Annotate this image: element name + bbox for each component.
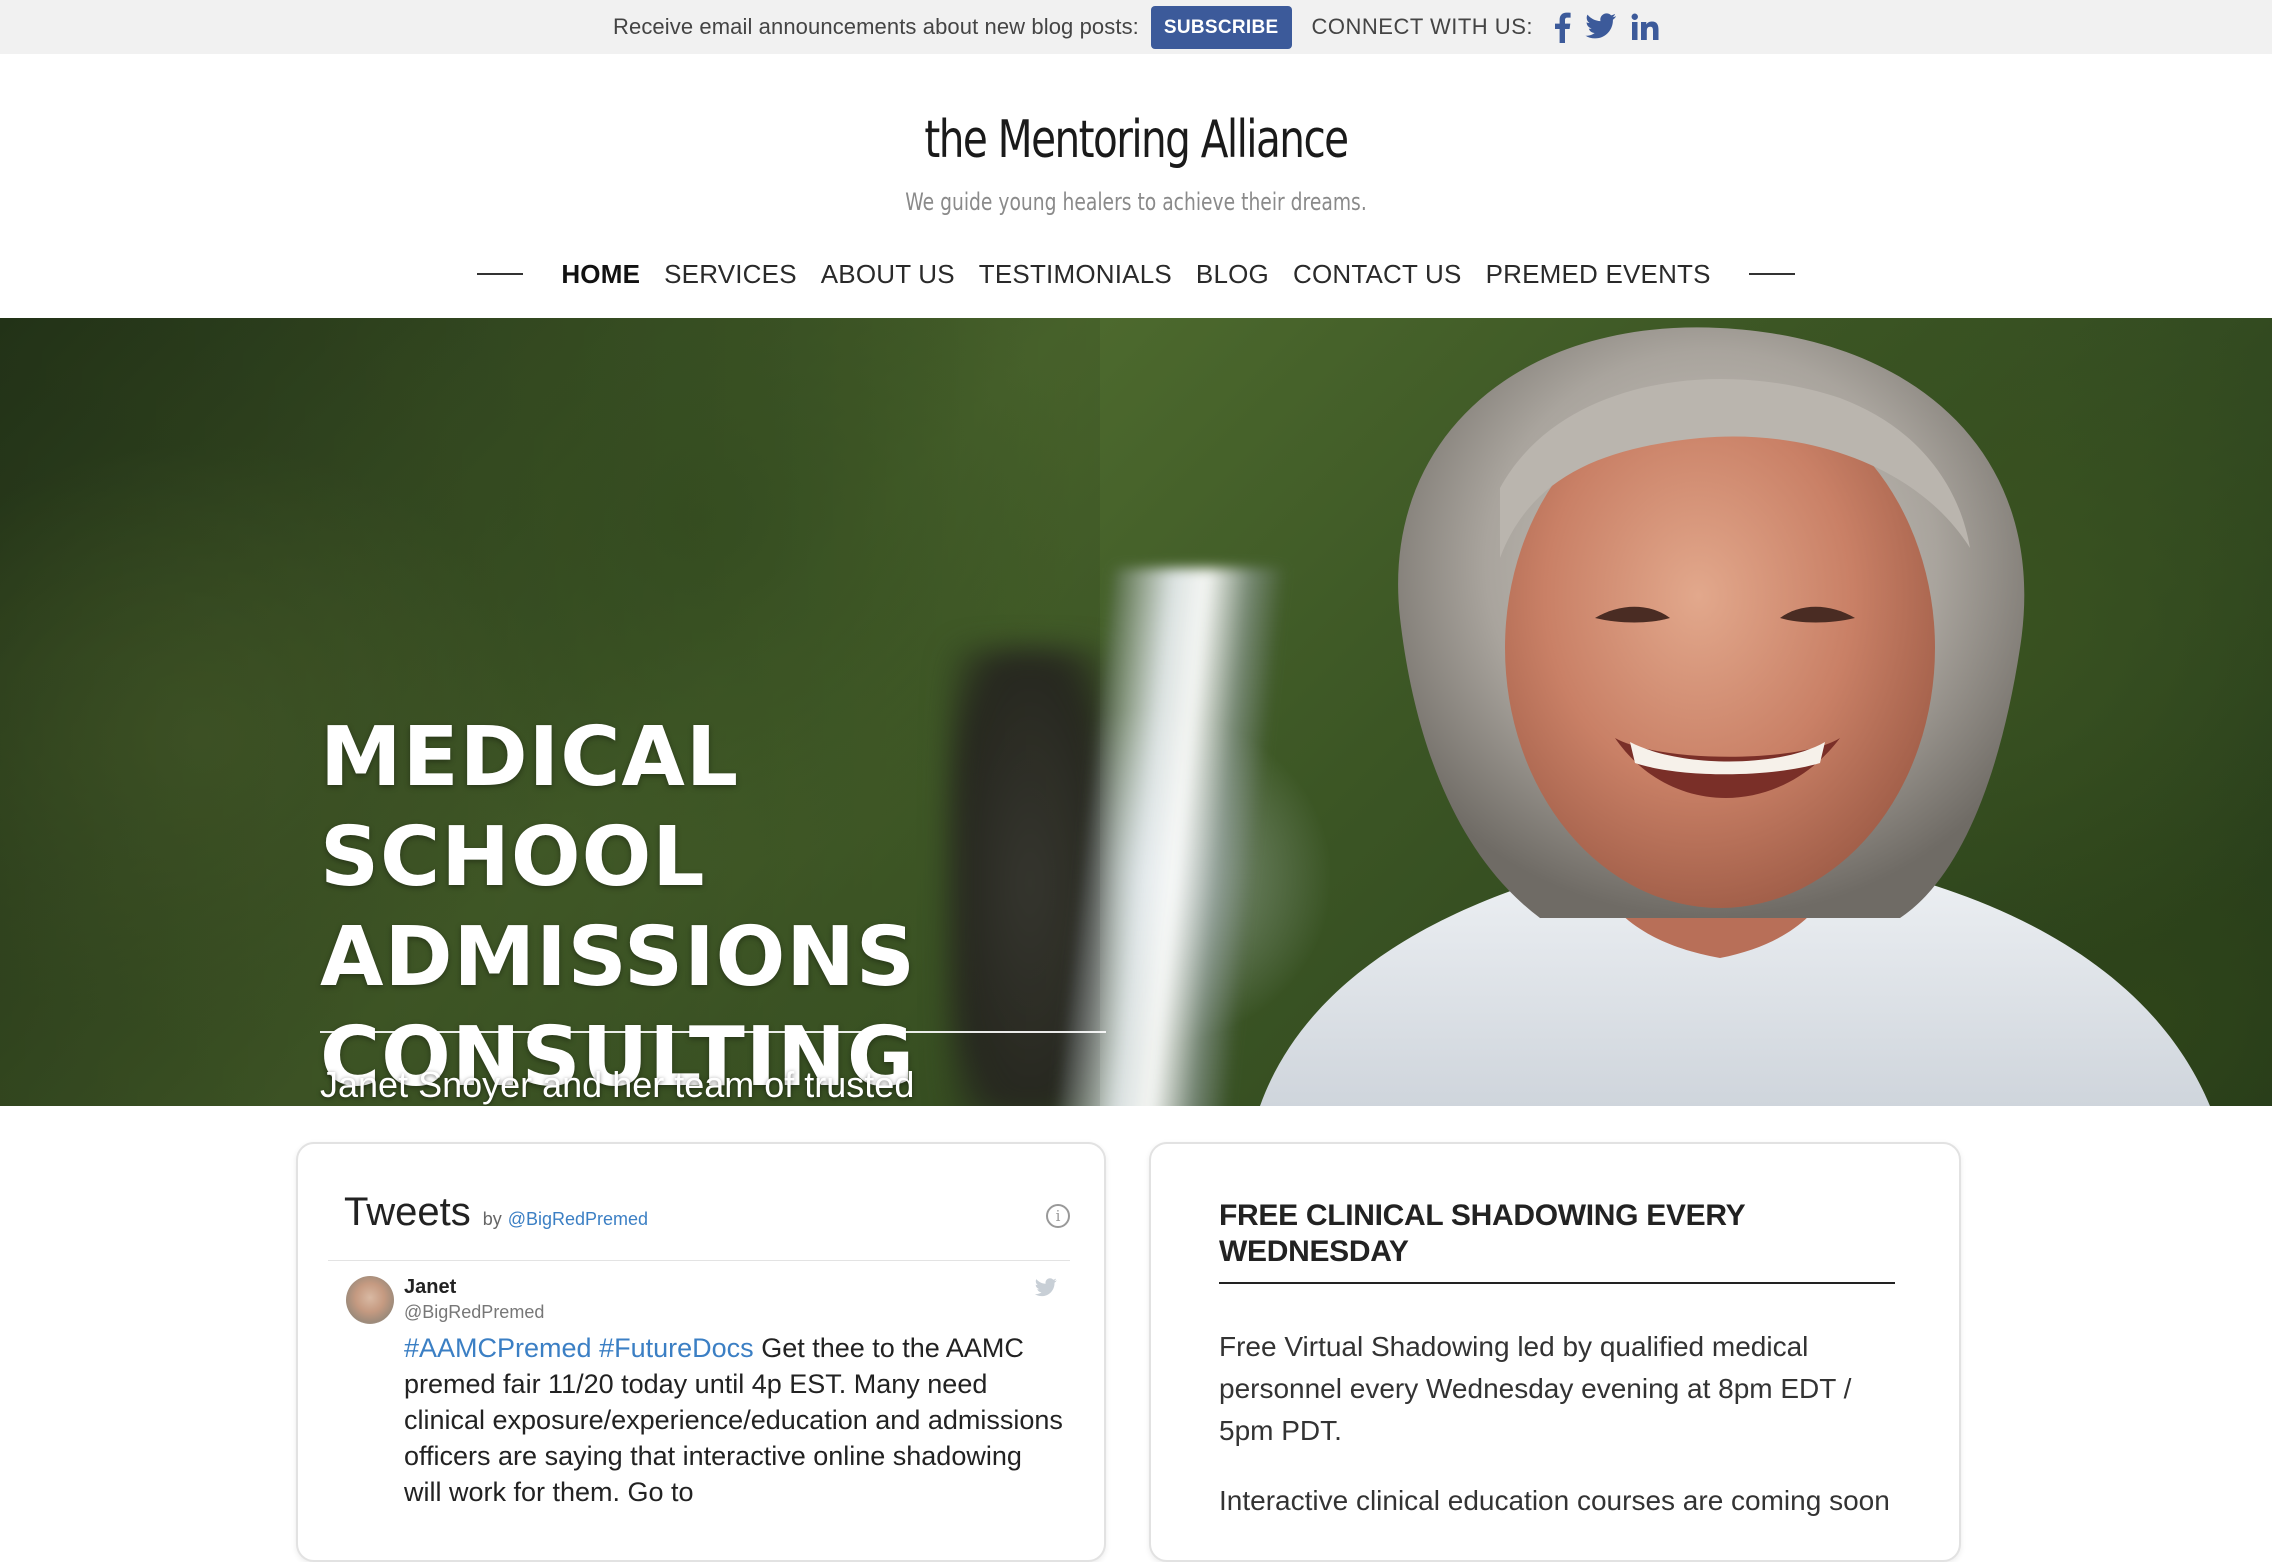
subscribe-promo-text: Receive email announcements about new bl… (613, 14, 1139, 39)
site-title[interactable]: the Mentoring Alliance (250, 110, 2022, 170)
hero-banner: MEDICAL SCHOOL ADMISSIONS CONSULTING Jan… (0, 318, 2272, 1106)
nav-divider-right (1748, 273, 1795, 275)
announcement-bar: Receive email announcements about new bl… (0, 0, 2272, 54)
nav-item-services[interactable]: SERVICES (664, 259, 797, 290)
shadowing-paragraph: Free Virtual Shadowing led by qualified … (1219, 1331, 1852, 1446)
main-nav: HOME SERVICES ABOUT US TESTIMONIALS BLOG… (0, 252, 2272, 296)
nav-item-premed-events[interactable]: PREMED EVENTS (1486, 259, 1711, 290)
tweet-author-handle[interactable]: @BigRedPremed (404, 1302, 544, 1323)
twitter-icon[interactable] (1585, 13, 1617, 41)
tweet-author-name[interactable]: Janet (404, 1276, 456, 1299)
nav-item-testimonials[interactable]: TESTIMONIALS (979, 259, 1172, 290)
clinical-shadowing-card: FREE CLINICAL SHADOWING EVERY WEDNESDAY … (1149, 1142, 1961, 1562)
social-links (1553, 11, 1659, 43)
hero-heading-line-2: ADMISSIONS (320, 910, 916, 1005)
linkedin-icon[interactable] (1631, 13, 1659, 41)
nav-item-about-us[interactable]: ABOUT US (821, 259, 955, 290)
hashtag-link[interactable]: #FutureDocs (599, 1333, 754, 1363)
nav-divider-left (477, 273, 524, 275)
site-tagline: We guide young healers to achieve their … (905, 188, 1367, 216)
facebook-icon[interactable] (1553, 11, 1571, 43)
tweets-title: Tweets (344, 1190, 471, 1234)
shadowing-divider (1219, 1282, 1895, 1284)
hero-description: Janet Snoyer and her team of trusted adv… (320, 1064, 915, 1105)
tweet-text: #AAMCPremed #FutureDocs Get thee to the … (404, 1330, 1064, 1510)
tweets-divider (328, 1260, 1070, 1261)
connect-label: CONNECT WITH US: (1311, 14, 1533, 39)
twitter-bird-icon[interactable] (1034, 1278, 1058, 1303)
avatar[interactable] (346, 1276, 394, 1324)
twitter-timeline-card: Tweets by @BigRedPremed i Janet @BigRedP… (296, 1142, 1106, 1562)
hero-heading-line-1: MEDICAL SCHOOL (320, 710, 740, 905)
nav-item-home[interactable]: HOME (561, 259, 640, 290)
tweets-by-label: by (482, 1209, 502, 1229)
nav-item-contact-us[interactable]: CONTACT US (1293, 259, 1462, 290)
hero-heading: MEDICAL SCHOOL ADMISSIONS CONSULTING (320, 708, 1140, 1106)
hashtag-link[interactable]: #AAMCPremed (404, 1333, 592, 1363)
info-icon[interactable]: i (1046, 1204, 1070, 1228)
hero-divider (320, 1031, 1106, 1033)
shadowing-heading: FREE CLINICAL SHADOWING EVERY WEDNESDAY (1219, 1199, 1745, 1268)
tweets-handle-link[interactable]: @BigRedPremed (508, 1209, 648, 1230)
shadowing-paragraph: Interactive clinical education courses a… (1219, 1485, 1890, 1516)
subscribe-button[interactable]: SUBSCRIBE (1150, 5, 1292, 49)
hero-portrait-photo (1260, 327, 2210, 1106)
twitter-timeline-header: Tweets by @BigRedPremed i (344, 1190, 1070, 1235)
nav-item-blog[interactable]: BLOG (1196, 259, 1269, 290)
